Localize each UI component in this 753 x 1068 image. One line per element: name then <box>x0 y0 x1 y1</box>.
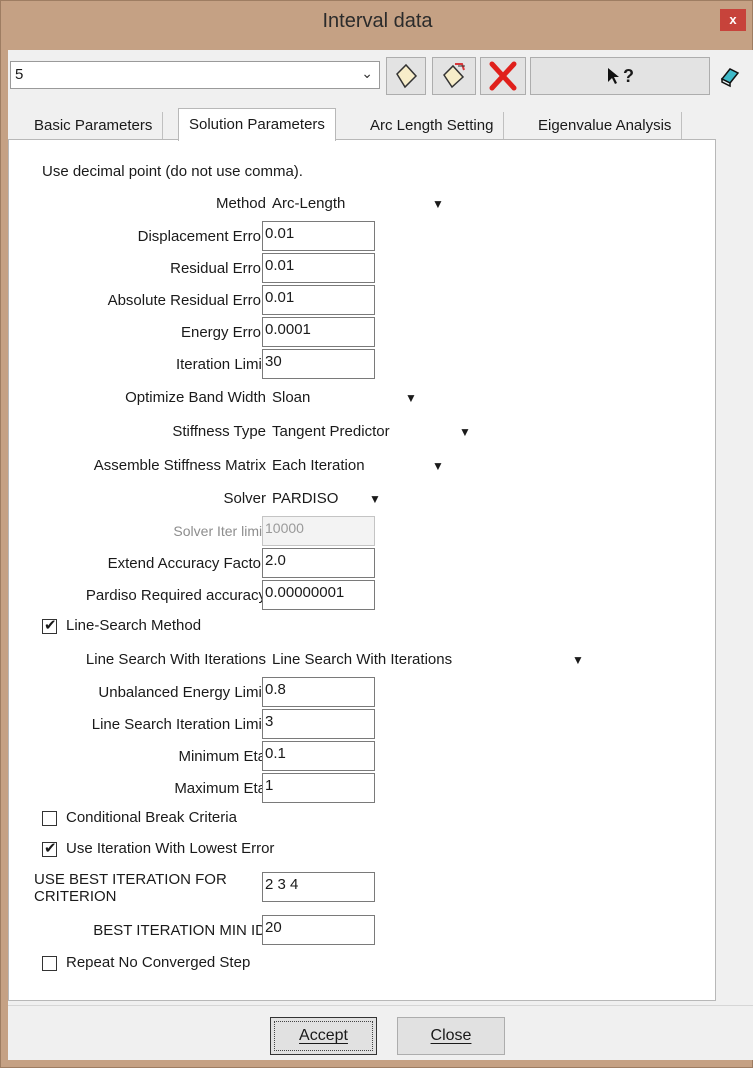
focus-ring <box>274 1021 373 1051</box>
chevron-down-icon: ⌄ <box>361 65 373 81</box>
help-question-mark: ? <box>623 65 634 86</box>
tab-arc-length-setting[interactable]: Arc Length Setting <box>360 112 505 140</box>
tab-solution-parameters[interactable]: Solution Parameters <box>178 108 336 141</box>
minimum-eta-input[interactable]: 0.1 <box>262 741 375 771</box>
optimize-band-width-value: Sloan <box>272 389 311 406</box>
repeat-no-converged-step-checkbox[interactable] <box>42 956 57 971</box>
tab-basic-parameters[interactable]: Basic Parameters <box>24 112 164 140</box>
best-iteration-min-id-input[interactable]: 20 <box>262 915 375 945</box>
close-button[interactable]: Close <box>397 1017 505 1055</box>
conditional-break-criteria-label: Conditional Break Criteria <box>66 809 237 826</box>
optimize-band-width-label: Optimize Band Width <box>125 389 266 406</box>
repeat-no-converged-step-label: Repeat No Converged Step <box>66 954 251 971</box>
stiffness-type-label: Stiffness Type <box>172 423 266 440</box>
delete-interval-button[interactable] <box>480 57 526 95</box>
dropdown-caret-icon: ▼ <box>572 653 584 667</box>
line-search-iteration-limit-label: Line Search Iteration Limit <box>91 716 266 733</box>
footer-divider <box>8 1005 753 1006</box>
line-search-with-iterations-value: Line Search With Iterations <box>272 651 453 668</box>
unbalanced-energy-limit-label: Unbalanced Energy Limit <box>98 684 266 701</box>
copy-interval-button[interactable] <box>432 57 476 95</box>
use-iteration-with-lowest-error-label: Use Iteration With Lowest Error <box>66 840 275 857</box>
optimize-band-width-dropdown[interactable]: Sloan ▼ <box>272 389 422 406</box>
stiffness-type-dropdown[interactable]: Tangent Predictor ▼ <box>272 423 472 440</box>
pardiso-required-accuracy-input[interactable]: 0.00000001 <box>262 580 375 610</box>
interval-select[interactable]: 5 ⌄ <box>10 61 380 89</box>
new-interval-button[interactable] <box>386 57 426 95</box>
line-search-with-iterations-label: Line Search With Iterations <box>85 651 266 668</box>
line-search-method-label: Line-Search Method <box>66 617 202 634</box>
dropdown-caret-icon: ▼ <box>432 459 444 473</box>
delete-x-icon <box>489 61 517 91</box>
maximum-eta-input[interactable]: 1 <box>262 773 375 803</box>
absolute-residual-error-label: Absolute Residual Error <box>107 292 266 309</box>
energy-error-label: Energy Error <box>180 324 266 341</box>
decimal-note: Use decimal point (do not use comma). <box>42 163 303 180</box>
use-best-iteration-for-criterion-input[interactable]: 2 3 4 <box>262 872 375 902</box>
copy-document-icon <box>443 63 465 89</box>
dropdown-caret-icon: ▼ <box>405 391 417 405</box>
residual-error-label: Residual Error <box>170 260 266 277</box>
stiffness-type-value: Tangent Predictor <box>272 423 390 440</box>
solver-iter-limit-label: Solver Iter limit <box>173 523 266 539</box>
absolute-residual-error-input[interactable]: 0.01 <box>262 285 375 315</box>
use-iteration-with-lowest-error-checkbox[interactable]: ✔ <box>42 840 57 857</box>
dropdown-caret-icon: ▼ <box>459 425 471 439</box>
window-close-button[interactable]: x <box>720 9 746 31</box>
eraser-icon[interactable] <box>719 66 741 88</box>
toolbar: 5 ⌄ ? <box>8 50 753 108</box>
energy-error-input[interactable]: 0.0001 <box>262 317 375 347</box>
new-document-icon <box>396 63 418 89</box>
dropdown-caret-icon: ▼ <box>432 197 444 211</box>
assemble-stiffness-matrix-dropdown[interactable]: Each Iteration ▼ <box>272 457 447 474</box>
window-title: Interval data <box>322 10 433 32</box>
interval-select-value: 5 <box>15 66 24 83</box>
accept-button[interactable]: Accept <box>270 1017 377 1055</box>
residual-error-input[interactable]: 0.01 <box>262 253 375 283</box>
line-search-method-checkbox[interactable]: ✔ <box>42 617 57 634</box>
tab-strip: Basic Parameters Solution Parameters Arc… <box>8 108 753 141</box>
checkmark-icon: ✔ <box>44 840 57 857</box>
conditional-break-criteria-checkbox[interactable] <box>42 811 57 826</box>
solver-value: PARDISO <box>272 490 339 507</box>
pardiso-required-accuracy-label: Pardiso Required accuracy <box>85 587 266 604</box>
method-label: Method <box>215 195 266 212</box>
method-dropdown[interactable]: Arc-Length ▼ <box>272 195 444 212</box>
dropdown-caret-icon: ▼ <box>369 492 381 506</box>
iteration-limit-label: Iteration Limit <box>175 356 266 373</box>
extend-accuracy-factor-label: Extend Accuracy Factor <box>107 555 266 572</box>
solver-label: Solver <box>223 490 266 507</box>
line-search-with-iterations-dropdown[interactable]: Line Search With Iterations ▼ <box>272 651 584 668</box>
line-search-iteration-limit-input[interactable]: 3 <box>262 709 375 739</box>
extend-accuracy-factor-input[interactable]: 2.0 <box>262 548 375 578</box>
assemble-stiffness-matrix-value: Each Iteration <box>272 457 365 474</box>
use-best-iteration-for-criterion-label: USE BEST ITERATION FOR CRITERION <box>34 871 227 905</box>
minimum-eta-label: Minimum Eta <box>178 748 266 765</box>
method-value: Arc-Length <box>272 195 346 212</box>
solver-dropdown[interactable]: PARDISO ▼ <box>272 490 382 507</box>
maximum-eta-label: Maximum Eta <box>174 780 266 797</box>
displacement-error-input[interactable]: 0.01 <box>262 221 375 251</box>
solver-iter-limit-input: 10000 <box>262 516 375 546</box>
displacement-error-label: Displacement Error <box>137 228 266 245</box>
best-iteration-min-id-label: BEST ITERATION MIN ID <box>93 922 266 939</box>
tab-eigenvalue-analysis[interactable]: Eigenvalue Analysis <box>528 112 683 140</box>
close-button-label: Close <box>430 1027 472 1044</box>
pointer-arrow-icon <box>608 68 619 84</box>
iteration-limit-input[interactable]: 30 <box>262 349 375 379</box>
checkmark-icon: ✔ <box>44 617 57 634</box>
unbalanced-energy-limit-input[interactable]: 0.8 <box>262 677 375 707</box>
context-help-button[interactable]: ? <box>530 57 710 95</box>
assemble-stiffness-matrix-label: Assemble Stiffness Matrix <box>93 457 266 474</box>
